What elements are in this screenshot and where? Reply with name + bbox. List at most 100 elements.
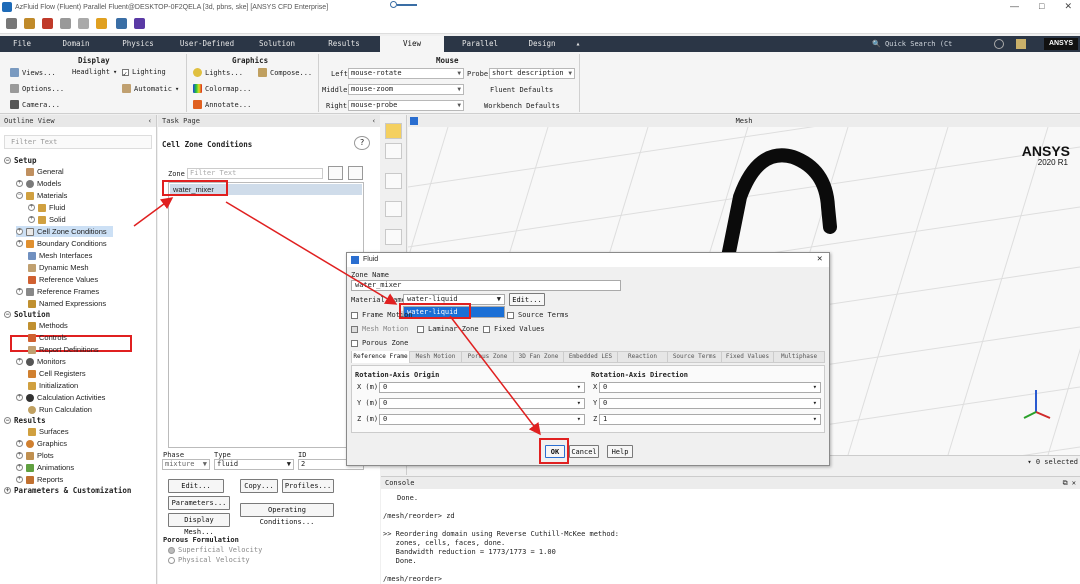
- tree-item-plots[interactable]: + Plots: [16, 450, 54, 461]
- tab-view[interactable]: View: [380, 36, 444, 52]
- origin-y-field[interactable]: 0 ▾: [379, 398, 585, 409]
- tree-item-graphics[interactable]: + Graphics: [16, 438, 67, 449]
- help-icon[interactable]: ?: [354, 136, 370, 150]
- ruler-icon[interactable]: [385, 201, 402, 217]
- outline-filter-input[interactable]: Filter Text: [4, 135, 152, 149]
- tree-item-surfaces[interactable]: Surfaces: [28, 426, 69, 437]
- help-button[interactable]: Help: [607, 445, 633, 458]
- tab-design[interactable]: Design: [516, 36, 568, 52]
- views-button[interactable]: Views...: [10, 68, 56, 77]
- select-all-icon[interactable]: [328, 166, 343, 180]
- origin-x-field[interactable]: 0 ▾: [379, 382, 585, 393]
- tree-item-calculation-activities[interactable]: + Calculation Activities: [16, 392, 105, 403]
- tab-results[interactable]: Results: [308, 36, 380, 52]
- tab-physics[interactable]: Physics: [108, 36, 168, 52]
- tab-parallel[interactable]: Parallel: [444, 36, 516, 52]
- lights-button[interactable]: Lights...: [193, 68, 243, 77]
- quick-search-input[interactable]: 🔍 Quick Search (Ct: [872, 38, 972, 50]
- tree-item-cell-zone-conditions[interactable]: + Cell Zone Conditions: [16, 226, 113, 237]
- edit-button[interactable]: Edit...: [168, 479, 224, 493]
- tree-item-animations[interactable]: + Animations: [16, 462, 74, 473]
- headlight-dropdown[interactable]: Headlight ▾: [72, 68, 117, 76]
- cube-icon[interactable]: [385, 173, 402, 189]
- layout-icon[interactable]: [116, 18, 127, 29]
- right-mouse-select[interactable]: mouse-probe ▼: [348, 100, 464, 111]
- source-terms-checkbox[interactable]: Source Terms: [507, 311, 569, 319]
- zone-name-field[interactable]: water_mixer: [351, 280, 621, 291]
- copy-button[interactable]: Copy...: [240, 479, 278, 493]
- tab-porous-zone[interactable]: Porous Zone: [462, 351, 514, 363]
- minimize-button[interactable]: —: [1010, 1, 1019, 12]
- tab-multiphase[interactable]: Multiphase: [774, 351, 824, 363]
- fluent-defaults-button[interactable]: Fluent Defaults: [490, 86, 553, 94]
- direction-x-field[interactable]: 0 ▾: [599, 382, 821, 393]
- tab-solution[interactable]: Solution: [246, 36, 308, 52]
- options-button[interactable]: Options...: [10, 84, 64, 93]
- colormap-button[interactable]: Colormap...: [193, 84, 251, 93]
- tree-item-reference-values[interactable]: Reference Values: [28, 274, 98, 285]
- tree-section-parameters[interactable]: + Parameters & Customization: [4, 485, 131, 496]
- workbench-defaults-button[interactable]: Workbench Defaults: [484, 102, 560, 110]
- compose-button[interactable]: Compose...: [258, 68, 312, 77]
- save-icon[interactable]: [42, 18, 53, 29]
- tab-embedded-les[interactable]: Embedded LES: [564, 351, 618, 363]
- settings-icon[interactable]: [78, 18, 89, 29]
- tab-mesh-motion[interactable]: Mesh Motion: [410, 351, 462, 363]
- open-icon[interactable]: [24, 18, 35, 29]
- mesh-motion-checkbox[interactable]: Mesh Motion: [351, 325, 408, 333]
- zone-filter-input[interactable]: Filter Text: [187, 168, 323, 179]
- help-icon[interactable]: [994, 39, 1004, 49]
- frame-motion-checkbox[interactable]: Frame Motion: [351, 311, 413, 319]
- tab-user-defined[interactable]: User-Defined: [168, 36, 246, 52]
- pointer-icon[interactable]: [385, 123, 402, 139]
- probe-select[interactable]: short description ▼: [489, 68, 575, 79]
- console-panel[interactable]: Console ⧉ ✕ Done. /mesh/reorder> zd >> Re…: [381, 476, 1080, 584]
- collapse-ribbon-icon[interactable]: ▴: [568, 36, 588, 52]
- lighting-checkbox[interactable]: ✓ Lighting: [122, 68, 166, 78]
- new-icon[interactable]: [6, 18, 17, 29]
- print-icon[interactable]: [60, 18, 71, 29]
- tree-item-methods[interactable]: Methods: [28, 320, 68, 331]
- automatic-dropdown[interactable]: Automatic ▾: [122, 84, 179, 93]
- material-edit-button[interactable]: Edit...: [509, 293, 545, 306]
- window-icon[interactable]: [134, 18, 145, 29]
- tab-reference-frame[interactable]: Reference Frame: [352, 351, 410, 363]
- tree-section-results[interactable]: − Results: [4, 415, 46, 426]
- direction-y-field[interactable]: 0 ▾: [599, 398, 821, 409]
- physical-velocity-radio[interactable]: Physical Velocity: [168, 556, 250, 564]
- tree-item-report-definitions[interactable]: Report Definitions: [28, 344, 99, 355]
- tree-section-solution[interactable]: − Solution: [4, 309, 50, 320]
- profiles-button[interactable]: Profiles...: [282, 479, 334, 493]
- tree-item-solid[interactable]: + Solid: [28, 214, 66, 225]
- middle-mouse-select[interactable]: mouse-zoom ▼: [348, 84, 464, 95]
- tab-domain[interactable]: Domain: [44, 36, 108, 52]
- title-slider[interactable]: [390, 1, 418, 8]
- camera-button[interactable]: Camera...: [10, 100, 60, 109]
- tree-item-cell-registers[interactable]: Cell Registers: [28, 368, 86, 379]
- dialog-close-button[interactable]: ✕: [817, 254, 822, 264]
- tab-source-terms[interactable]: Source Terms: [668, 351, 722, 363]
- parameters-button[interactable]: Parameters...: [168, 496, 230, 510]
- porous-zone-checkbox[interactable]: Porous Zone: [351, 339, 408, 347]
- maximize-button[interactable]: □: [1039, 1, 1044, 12]
- tree-item-mesh-interfaces[interactable]: Mesh Interfaces: [28, 250, 92, 261]
- direction-z-field[interactable]: 1 ▾: [599, 414, 821, 425]
- deselect-all-icon[interactable]: [348, 166, 363, 180]
- tree-item-initialization[interactable]: Initialization: [28, 380, 78, 391]
- operating-conditions-button[interactable]: Operating Conditions...: [240, 503, 334, 526]
- phase-select[interactable]: mixture ▼: [162, 459, 210, 470]
- tree-item-reference-frames[interactable]: + Reference Frames: [16, 286, 99, 297]
- fluent-icon[interactable]: [96, 18, 107, 29]
- tree-item-general[interactable]: General: [26, 166, 64, 177]
- annotate-button[interactable]: Annotate...: [193, 100, 251, 109]
- cancel-button[interactable]: Cancel: [569, 445, 599, 458]
- tree-item-controls[interactable]: Controls: [28, 332, 67, 343]
- tree-item-run-calculation[interactable]: Run Calculation: [28, 404, 92, 415]
- tab-file[interactable]: File: [0, 36, 44, 52]
- tab-fixed-values[interactable]: Fixed Values: [722, 351, 774, 363]
- superficial-velocity-radio[interactable]: Superficial Velocity: [168, 546, 262, 554]
- tree-item-reports[interactable]: + Reports: [16, 474, 63, 485]
- type-select[interactable]: fluid ▼: [214, 459, 294, 470]
- tree-item-boundary-conditions[interactable]: + Boundary Conditions: [16, 238, 107, 249]
- axes-icon[interactable]: [385, 229, 402, 245]
